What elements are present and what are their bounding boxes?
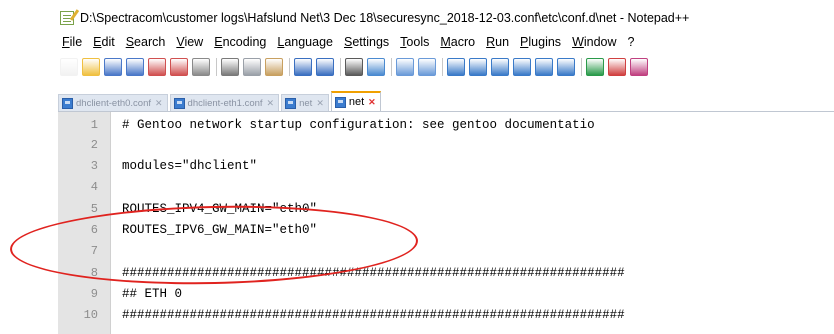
menu-help[interactable]: ?: [628, 35, 635, 49]
cut-icon[interactable]: [221, 58, 239, 76]
tab-label: dhclient-eth1.conf: [187, 97, 263, 109]
line-text[interactable]: modules="dhclient": [122, 159, 257, 173]
tab-label: dhclient-eth0.conf: [76, 97, 151, 109]
save-icon[interactable]: [104, 58, 122, 76]
notepad-plus-plus-window: D:\Spectracom\customer logs\Hafslund Net…: [0, 0, 834, 334]
undo-icon[interactable]: [294, 58, 312, 76]
tab-label: net: [299, 97, 313, 109]
tab-close-icon[interactable]: ✕: [368, 97, 376, 108]
replace-icon[interactable]: [367, 58, 385, 76]
editor-line: 10 #####################################…: [58, 304, 834, 326]
tab-dhclient-eth0-conf[interactable]: dhclient-eth0.conf ✕: [58, 94, 168, 111]
saved-file-icon: [285, 97, 297, 109]
editor-line: 7: [58, 240, 834, 262]
menu-tools[interactable]: Tools: [400, 35, 429, 49]
paste-icon[interactable]: [265, 58, 283, 76]
menu-macro[interactable]: Macro: [440, 35, 475, 49]
menu-run[interactable]: Run: [486, 35, 509, 49]
editor-line: 9 ## ETH 0: [58, 283, 834, 305]
editor-line: 2: [58, 134, 834, 156]
line-text[interactable]: ## ETH 0: [122, 287, 182, 301]
menu-language[interactable]: Language: [277, 35, 333, 49]
document-map-icon[interactable]: [586, 58, 604, 76]
toolbar-separator: [442, 58, 443, 76]
title-bar: D:\Spectracom\customer logs\Hafslund Net…: [60, 8, 834, 28]
tab-net-active[interactable]: net ✕: [330, 91, 381, 111]
editor-line: 3 modules="dhclient": [58, 155, 834, 177]
line-number: 8: [90, 266, 98, 280]
redo-icon[interactable]: [316, 58, 334, 76]
print-icon[interactable]: [192, 58, 210, 76]
saved-file-icon: [173, 97, 185, 109]
line-text[interactable]: ROUTES_IPV6_GW_MAIN="eth0": [122, 223, 317, 237]
saved-file-icon: [334, 96, 346, 108]
sync-horizontal-icon[interactable]: [469, 58, 487, 76]
menu-encoding[interactable]: Encoding: [214, 35, 266, 49]
copy-icon[interactable]: [243, 58, 261, 76]
zoom-in-icon[interactable]: [396, 58, 414, 76]
window-title: D:\Spectracom\customer logs\Hafslund Net…: [80, 11, 690, 25]
notepad-plus-plus-icon: [60, 11, 74, 25]
saved-file-icon: [62, 97, 73, 109]
sync-vertical-icon[interactable]: [447, 58, 465, 76]
toolbar-separator: [289, 58, 290, 76]
editor-pane[interactable]: 1 # Gentoo network startup configuration…: [58, 112, 834, 334]
line-number: 5: [90, 202, 98, 216]
tab-close-icon[interactable]: ✕: [267, 98, 275, 109]
line-number: 4: [90, 180, 98, 194]
word-wrap-icon[interactable]: [491, 58, 509, 76]
toolbar-separator: [216, 58, 217, 76]
zoom-out-icon[interactable]: [418, 58, 436, 76]
line-number: 1: [90, 118, 98, 132]
tab-bar: dhclient-eth0.conf ✕ dhclient-eth1.conf …: [58, 89, 834, 112]
show-all-chars-icon[interactable]: [513, 58, 531, 76]
tab-net-1[interactable]: net ✕: [281, 94, 329, 111]
menu-window[interactable]: Window: [572, 35, 616, 49]
line-number: 10: [83, 308, 98, 322]
tab-close-icon[interactable]: ✕: [316, 98, 324, 109]
function-list-icon[interactable]: [557, 58, 575, 76]
toolbar-separator: [581, 58, 582, 76]
toolbar-separator: [391, 58, 392, 76]
menu-bar: File Edit Search View Encoding Language …: [62, 33, 834, 51]
indent-guide-icon[interactable]: [535, 58, 553, 76]
stop-macro-icon[interactable]: [630, 58, 648, 76]
editor-line: 4: [58, 176, 834, 198]
toolbar-separator: [340, 58, 341, 76]
editor-line: 6 ROUTES_IPV6_GW_MAIN="eth0": [58, 219, 834, 241]
close-icon[interactable]: [148, 58, 166, 76]
menu-plugins[interactable]: Plugins: [520, 35, 561, 49]
line-text[interactable]: ########################################…: [122, 308, 625, 322]
line-text[interactable]: # Gentoo network startup configuration: …: [122, 118, 595, 132]
line-number: 6: [90, 223, 98, 237]
line-number: 7: [90, 244, 98, 258]
tab-dhclient-eth1-conf[interactable]: dhclient-eth1.conf ✕: [169, 94, 280, 111]
tab-close-icon[interactable]: ✕: [155, 98, 163, 109]
close-all-icon[interactable]: [170, 58, 188, 76]
save-all-icon[interactable]: [126, 58, 144, 76]
line-number: 2: [90, 138, 98, 152]
menu-file[interactable]: File: [62, 35, 82, 49]
menu-edit[interactable]: Edit: [93, 35, 115, 49]
editor-line: 1 # Gentoo network startup configuration…: [58, 114, 834, 136]
open-file-icon[interactable]: [82, 58, 100, 76]
menu-settings[interactable]: Settings: [344, 35, 389, 49]
editor-line: 8 ######################################…: [58, 262, 834, 284]
find-icon[interactable]: [345, 58, 363, 76]
menu-view[interactable]: View: [176, 35, 203, 49]
line-number: 3: [90, 159, 98, 173]
tab-label: net: [348, 96, 365, 108]
line-number: 9: [90, 287, 98, 301]
line-text[interactable]: ROUTES_IPV4_GW_MAIN="eth0": [122, 202, 317, 216]
record-macro-icon[interactable]: [608, 58, 626, 76]
new-file-icon[interactable]: [60, 58, 78, 76]
editor-line: 5 ROUTES_IPV4_GW_MAIN="eth0": [58, 198, 834, 220]
line-text[interactable]: ########################################…: [122, 266, 625, 280]
menu-search[interactable]: Search: [126, 35, 166, 49]
toolbar: [60, 55, 834, 79]
